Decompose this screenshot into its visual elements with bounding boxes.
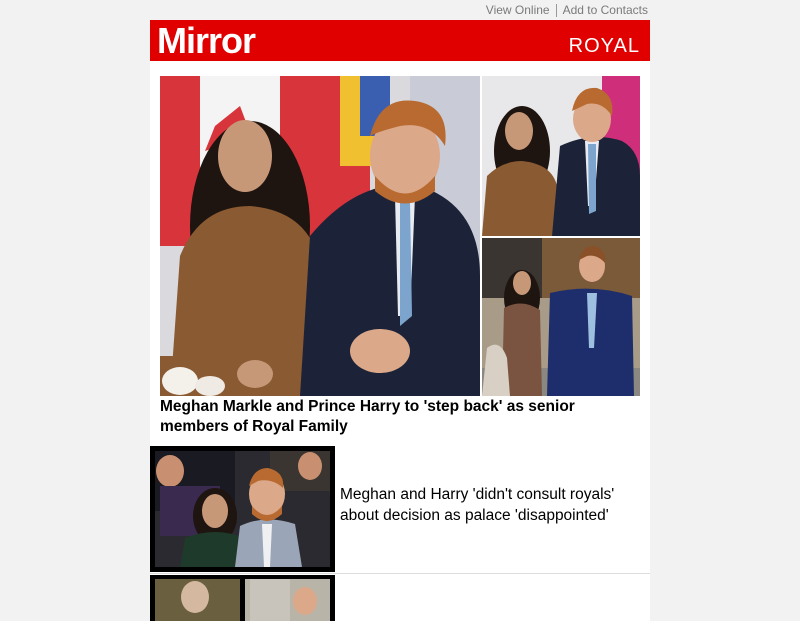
lead-main-image[interactable]: [160, 76, 480, 396]
story-headline-link[interactable]: Meghan and Harry 'didn't consult royals'…: [340, 484, 640, 526]
lead-side-image-bottom[interactable]: [482, 238, 640, 396]
story-divider: [150, 573, 650, 574]
mirror-logo[interactable]: Mirror: [157, 21, 256, 61]
next-story-thumbnail[interactable]: [150, 575, 335, 621]
link-separator: [555, 3, 557, 17]
story-item[interactable]: Meghan and Harry 'didn't consult royals'…: [150, 446, 650, 572]
newsletter-content: Meghan Markle and Prince Harry to 'step …: [150, 61, 650, 621]
story-thumbnail[interactable]: [150, 446, 335, 572]
masthead[interactable]: Mirror ROYAL: [150, 20, 650, 61]
section-label: ROYAL: [568, 35, 640, 57]
lead-headline-link[interactable]: Meghan Markle and Prince Harry to 'step …: [160, 397, 630, 437]
view-online-link[interactable]: View Online: [484, 3, 552, 17]
lead-side-image-top[interactable]: [482, 76, 640, 236]
email-wrapper: View Online Add to Contacts Mirror ROYAL: [150, 0, 650, 621]
top-links-bar: View Online Add to Contacts: [150, 0, 650, 20]
add-to-contacts-link[interactable]: Add to Contacts: [561, 3, 650, 17]
